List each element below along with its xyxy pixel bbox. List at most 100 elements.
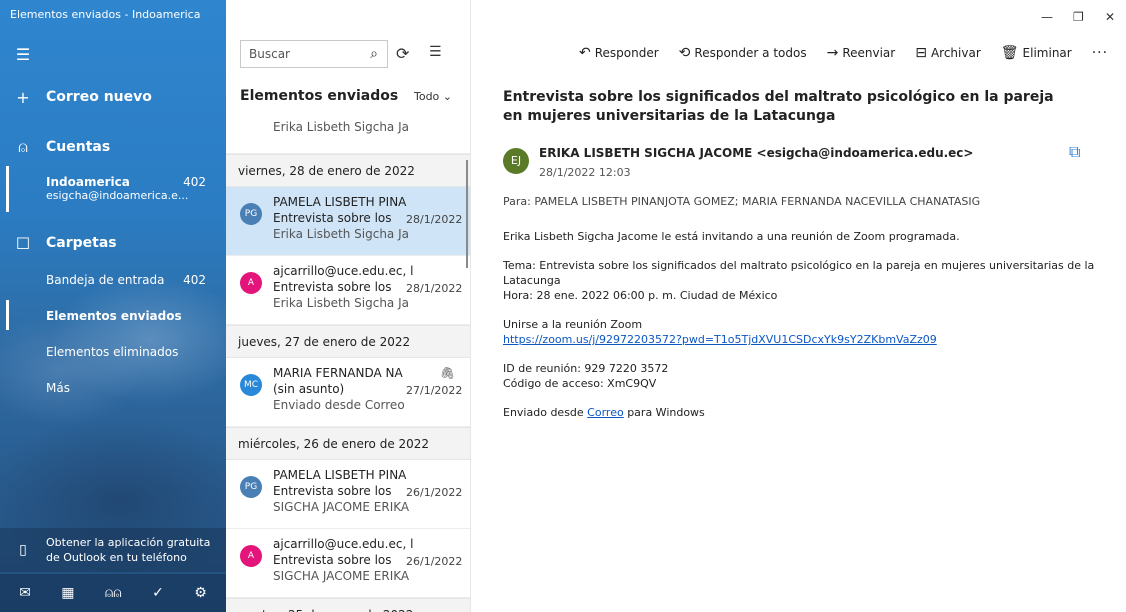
message-subject: Entrevista sobre los sig [273, 553, 396, 567]
reply-all-button[interactable]: ⟲ Responder a todos [679, 45, 807, 61]
archive-button[interactable]: ⊟ Archivar [915, 45, 981, 61]
chevron-down-icon: ⌄ [442, 90, 452, 103]
settings-icon[interactable]: ⚙ [194, 585, 207, 601]
message-preview: SIGCHA JACOME ERIKA [273, 500, 410, 514]
folder-label: Elementos eliminados [46, 345, 179, 359]
selection-mode-icon[interactable]: ☰ [429, 44, 442, 60]
delete-label: Eliminar [1022, 46, 1072, 60]
folder-count: 402 [183, 273, 206, 287]
folder-title: Elementos enviados [240, 88, 399, 104]
minimize-icon[interactable]: — [1041, 10, 1053, 24]
accounts-button[interactable]: ⍝ Cuentas [0, 134, 226, 160]
search-icon[interactable]: ⌕ [361, 46, 387, 62]
archive-icon: ⊟ [915, 45, 927, 61]
message-body: Erika Lisbeth Sigcha Jacome le está invi… [503, 229, 1113, 434]
message-preview: Erika Lisbeth Sigcha Ja [273, 296, 409, 310]
message-subject-heading: Entrevista sobre los significados del ma… [503, 89, 1054, 124]
new-mail-label: Correo nuevo [46, 89, 152, 105]
account-unread-count: 402 [183, 175, 206, 189]
get-outlook-app-banner[interactable]: ▯ Obtener la aplicación gratuita de Outl… [0, 528, 226, 572]
sync-icon[interactable]: ⟳ [396, 44, 409, 63]
sent-from-suffix: para Windows [623, 406, 705, 419]
trash-icon: 🗑 [1000, 45, 1019, 61]
message-preview: Erika Lisbeth Sigcha Ja [273, 227, 409, 241]
close-icon[interactable]: ✕ [1105, 10, 1115, 24]
reply-all-label: Responder a todos [694, 46, 807, 60]
date-header: viernes, 28 de enero de 2022 [226, 154, 470, 187]
body-passcode: Código de acceso: XmC9QV [503, 377, 657, 390]
message-preview: Enviado desde Correo [273, 398, 405, 412]
account-selected-indicator [6, 166, 9, 212]
folder-more[interactable]: Más [46, 381, 216, 395]
folder-selected-indicator [6, 300, 9, 330]
avatar: MC [240, 374, 262, 396]
zoom-link[interactable]: https://zoom.us/j/92972203572?pwd=T1o5Tj… [503, 333, 937, 346]
phone-icon: ▯ [19, 542, 27, 558]
hamburger-icon: ☰ [15, 44, 31, 64]
message-subject: Entrevista sobre los sig [273, 280, 396, 294]
date-header: martes, 25 de enero de 2022 [226, 598, 470, 612]
person-icon: ⍝ [18, 137, 28, 156]
window-title: Elementos enviados - Indoamerica [10, 8, 201, 21]
todo-icon[interactable]: ✓ [152, 585, 164, 601]
folder-label: Más [46, 381, 70, 395]
plus-icon: + [16, 87, 30, 107]
folders-label: Carpetas [46, 235, 117, 251]
navigation-pane: Elementos enviados - Indoamerica ☰ + Cor… [0, 0, 226, 612]
message-from: PAMELA LISBETH PINA [273, 195, 407, 209]
message-date: 26/1/2022 [406, 486, 463, 499]
message-from: ajcarrillo@uce.edu.ec, l [273, 537, 414, 551]
calendar-icon[interactable]: ▦ [61, 585, 74, 601]
folders-button[interactable]: ☐ Carpetas [0, 230, 226, 256]
list-item[interactable]: A ajcarrillo@uce.edu.ec, l Entrevista so… [226, 529, 470, 598]
filter-dropdown[interactable]: Todo ⌄ [414, 90, 452, 103]
delete-button[interactable]: 🗑 Eliminar [1001, 45, 1072, 61]
people-icon[interactable]: ⍝⍝ [105, 585, 122, 601]
folder-label: Elementos enviados [46, 309, 182, 323]
body-invite: Erika Lisbeth Sigcha Jacome le está invi… [503, 230, 960, 243]
forward-button[interactable]: → Reenviar [827, 45, 896, 61]
mail-app-link[interactable]: Correo [587, 406, 624, 419]
archive-label: Archivar [930, 46, 981, 60]
menu-button[interactable]: ☰ [0, 40, 226, 68]
list-item[interactable]: MC MARIA FERNANDA NA 🖇 (sin asunto) 27/1… [226, 358, 470, 427]
reply-button[interactable]: ↶ Responder [579, 45, 659, 61]
mail-icon[interactable]: ✉ [19, 585, 31, 601]
sent-from-prefix: Enviado desde [503, 406, 588, 419]
message-from: PAMELA LISBETH PINA [273, 468, 407, 482]
list-item[interactable]: PG PAMELA LISBETH PINA Entrevista sobre … [226, 187, 470, 256]
message-date: 27/1/2022 [406, 384, 463, 397]
folder-deleted[interactable]: Elementos eliminados [46, 345, 216, 359]
restore-icon[interactable]: ❐ [1073, 10, 1084, 24]
folder-label: Bandeja de entrada [46, 273, 165, 287]
message-date: 28/1/2022 [406, 282, 463, 295]
search-box[interactable]: Buscar ⌕ [240, 40, 388, 68]
more-options-icon[interactable]: ··· [1092, 45, 1108, 61]
message-from: MARIA FERNANDA NA [273, 366, 403, 380]
folder-inbox[interactable]: Bandeja de entrada 402 [46, 273, 216, 287]
message-list: Erika Lisbeth Sigcha Ja viernes, 28 de e… [226, 112, 470, 612]
message-date: 28/1/2022 [406, 213, 463, 226]
new-mail-button[interactable]: + Correo nuevo [0, 84, 226, 110]
forward-label: Reenviar [842, 46, 896, 60]
list-item[interactable]: A ajcarrillo@uce.edu.ec, l Entrevista so… [226, 256, 470, 325]
search-input[interactable]: Buscar [249, 47, 361, 61]
folder-sent[interactable]: Elementos enviados [46, 309, 216, 323]
list-item[interactable]: Erika Lisbeth Sigcha Ja [226, 112, 470, 154]
date-header: jueves, 27 de enero de 2022 [226, 325, 470, 358]
message-toolbar: ↶ Responder ⟲ Responder a todos → Reenvi… [579, 45, 1108, 61]
message-list-pane: Buscar ⌕ ⟳ ☰ Elementos enviados Todo ⌄ E… [226, 0, 471, 612]
list-item[interactable]: PG PAMELA LISBETH PINA Entrevista sobre … [226, 460, 470, 529]
recipients-line: Para: PAMELA LISBETH PINANJOTA GOMEZ; MA… [503, 195, 981, 208]
promo-line-2: de Outlook en tu teléfono [46, 551, 187, 564]
filter-label: Todo [413, 90, 440, 103]
scrollbar[interactable] [466, 160, 468, 268]
account-item[interactable]: Indoamerica esigcha@indoamerica.e... 402 [46, 175, 216, 202]
sender-name[interactable]: ERIKA LISBETH SIGCHA JACOME <esigcha@ind… [539, 146, 973, 160]
open-in-new-window-icon[interactable]: ⧉ [1069, 142, 1080, 162]
message-preview: SIGCHA JACOME ERIKA [273, 569, 410, 583]
avatar: A [240, 272, 262, 294]
message-subject: Entrevista sobre los sig [273, 484, 396, 498]
avatar: PG [240, 476, 262, 498]
body-join-label: Unirse a la reunión Zoom [503, 318, 643, 331]
